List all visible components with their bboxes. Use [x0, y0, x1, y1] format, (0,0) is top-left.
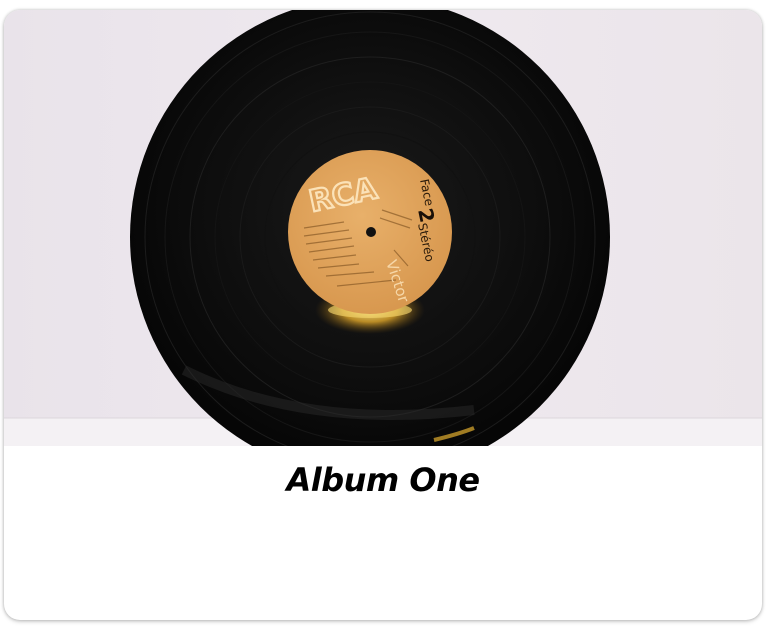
vinyl-record-photo: RCA Face 2 Stéréo Victor — [4, 10, 762, 446]
record-label: RCA Face 2 Stéréo Victor — [288, 150, 452, 314]
album-cover-image: RCA Face 2 Stéréo Victor — [4, 10, 762, 446]
spindle-hole — [366, 227, 376, 237]
album-card[interactable]: RCA Face 2 Stéréo Victor Album One — [4, 10, 762, 620]
album-title: Album One — [286, 461, 480, 499]
